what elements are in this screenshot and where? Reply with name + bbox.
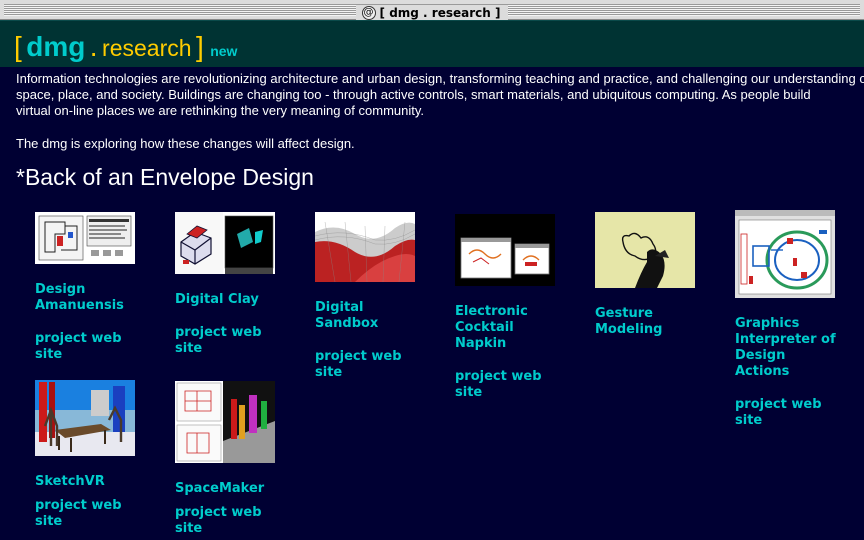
intro-line-1: Information technologies are revolutioni…	[16, 71, 864, 86]
sketchvr-project-link[interactable]: project web site	[35, 498, 165, 530]
digital-sandbox-project-link[interactable]: project web site	[315, 349, 445, 381]
gesture-modeling-title[interactable]: Gesture Modeling	[595, 306, 725, 338]
spacemaker-thumbnail[interactable]	[175, 381, 275, 463]
intro-line-3: virtual on-line places we are rethinking…	[16, 103, 425, 118]
page-header: [ dmg . research ] new	[0, 20, 864, 67]
gesture-modeling-thumbnail[interactable]	[595, 212, 695, 288]
logo-bracket-close: ]	[195, 31, 204, 62]
sketchvr-title[interactable]: SketchVR	[35, 474, 165, 490]
window-title-bar[interactable]: @[ dmg . research ]	[0, 0, 864, 21]
graphics-interpreter-thumbnail[interactable]	[735, 210, 835, 298]
intro-paragraph: Information technologies are revolutioni…	[16, 71, 864, 119]
spacemaker-project-link[interactable]: project web site	[175, 505, 305, 537]
digital-sandbox-title[interactable]: Digital Sandbox	[315, 300, 445, 332]
logo-bracket-open: [	[14, 31, 22, 62]
digital-clay-project-link[interactable]: project web site	[175, 325, 305, 357]
browser-app-icon: @	[361, 6, 376, 20]
graphics-interpreter-title[interactable]: Graphics Interpreter of Design Actions	[735, 316, 864, 380]
new-link[interactable]: new	[210, 43, 237, 59]
digital-clay-title[interactable]: Digital Clay	[175, 292, 305, 308]
logo-brand[interactable]: dmg	[26, 31, 85, 62]
graphics-interpreter-project-link[interactable]: project web site	[735, 397, 864, 429]
design-amanuensis-project-link[interactable]: project web site	[35, 331, 165, 363]
spacemaker-title[interactable]: SpaceMaker	[175, 481, 305, 497]
sketchvr-thumbnail[interactable]	[35, 380, 135, 456]
intro-exploring: The dmg is exploring how these changes w…	[16, 136, 355, 151]
electronic-cocktail-napkin-project-link[interactable]: project web site	[455, 369, 585, 401]
digital-clay-thumbnail[interactable]	[175, 212, 275, 274]
electronic-cocktail-napkin-title[interactable]: Electronic Cocktail Napkin	[455, 304, 585, 352]
design-amanuensis-thumbnail[interactable]	[35, 212, 135, 264]
logo-section: research	[102, 35, 192, 61]
logo-dot: .	[89, 31, 98, 62]
intro-line-2: space, place, and society. Buildings are…	[16, 87, 811, 102]
section-title: *Back of an Envelope Design	[16, 164, 314, 190]
design-amanuensis-title[interactable]: Design Amanuensis	[35, 282, 165, 314]
site-logo: [ dmg . research ] new	[14, 31, 237, 63]
electronic-cocktail-napkin-thumbnail[interactable]	[455, 214, 555, 286]
window-title: @[ dmg . research ]	[355, 5, 509, 21]
digital-sandbox-thumbnail[interactable]	[315, 212, 415, 282]
